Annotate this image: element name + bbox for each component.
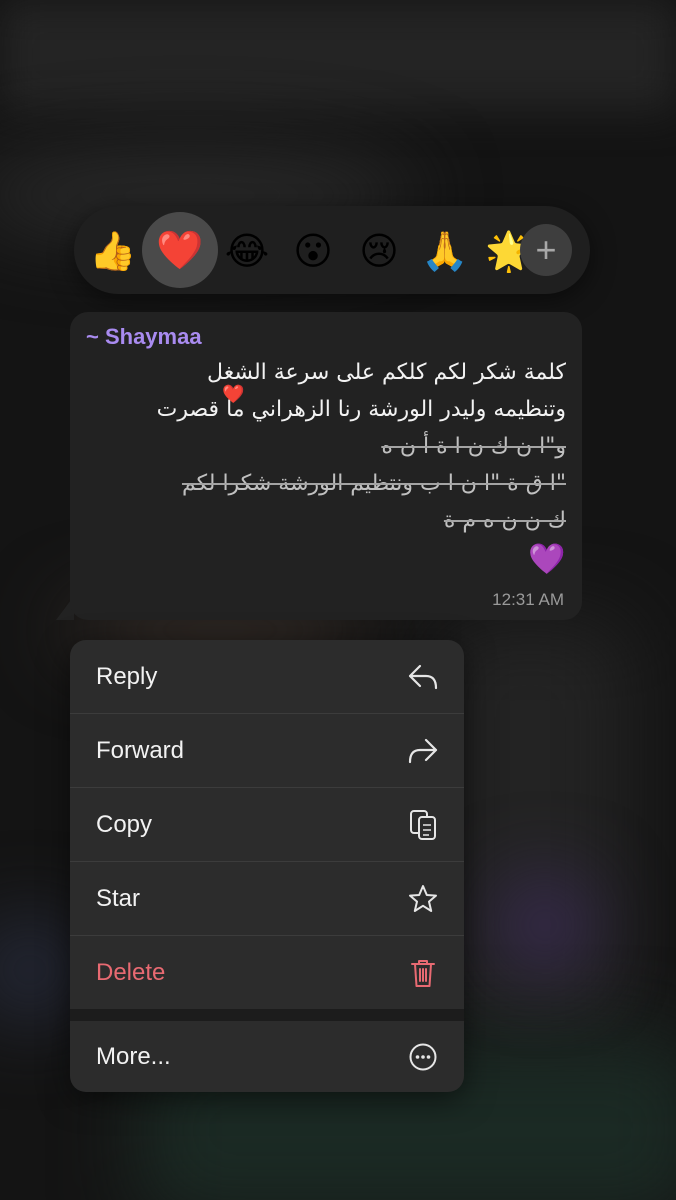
background-header-blur [0,0,676,110]
reaction-heart-selected[interactable]: ❤️ [142,212,218,288]
copy-icon [408,809,438,840]
background-blur [500,880,590,970]
menu-item-label: Reply [96,662,158,690]
reaction-bar: 👍 ❤️ 😂 😮 😢 🙏 🌟 + [74,206,590,294]
message-line-obscured: ك ن ن ه م ة [443,508,566,533]
star-icon [408,884,438,914]
menu-item-label: Forward [96,736,185,764]
inline-heart-icon: ❤️ [222,384,245,404]
menu-item-forward[interactable]: Forward [70,714,464,787]
trash-icon [408,958,438,988]
message-line-obscured: و"ا ن ك ن ا ة أ ن ه [381,434,566,459]
message-timestamp: 12:31 AM [492,590,564,609]
context-menu: Reply Forward Copy Star Delete More... [70,640,464,1092]
more-icon [408,1042,438,1072]
purple-heart-icon: 💜 [528,542,566,577]
menu-section-gap [70,1009,464,1021]
reaction-surprised[interactable]: 😮 [282,220,344,282]
menu-item-label: Delete [96,958,166,986]
menu-item-label: Copy [96,810,153,838]
reaction-praying[interactable]: 🙏 [414,220,476,282]
menu-item-more[interactable]: More... [70,1021,464,1092]
message-text: كلمة شكر لكم كلكم على سرعة الشغل وتنظيمه… [96,354,566,539]
reaction-laughing[interactable]: 😂 [216,220,278,282]
menu-item-label: Star [96,884,141,912]
screen: 👍 ❤️ 😂 😮 😢 🙏 🌟 + ~ Shaymaa كلمة شكر لكم … [0,0,676,1200]
menu-item-delete[interactable]: Delete [70,936,464,1009]
message-line: وتنظيمه وليدر الورشة رنا الزهراني ما قصر… [96,391,566,428]
menu-item-reply[interactable]: Reply [70,640,464,713]
reaction-thumbs-up[interactable]: 👍 [82,220,144,282]
menu-item-star[interactable]: Star [70,862,464,935]
message-line-obscured: "ا ق ة "ا ن ا ب ونتظيم الورشة شكرا لكم [181,471,566,496]
reply-icon [408,662,438,692]
sender-name: ~ Shaymaa [86,324,202,349]
message-line: كلمة شكر لكم كلكم على سرعة الشغل [207,360,566,385]
forward-icon [408,736,438,766]
add-reaction-button[interactable]: + [520,224,572,276]
message-line-text: وتنظيمه وليدر الورشة رنا الزهراني ما قصر… [156,397,566,422]
menu-item-label: More... [96,1042,171,1070]
menu-item-copy[interactable]: Copy [70,788,464,861]
message-bubble[interactable]: ~ Shaymaa كلمة شكر لكم كلكم على سرعة الش… [70,312,582,620]
reaction-crying[interactable]: 😢 [348,220,410,282]
